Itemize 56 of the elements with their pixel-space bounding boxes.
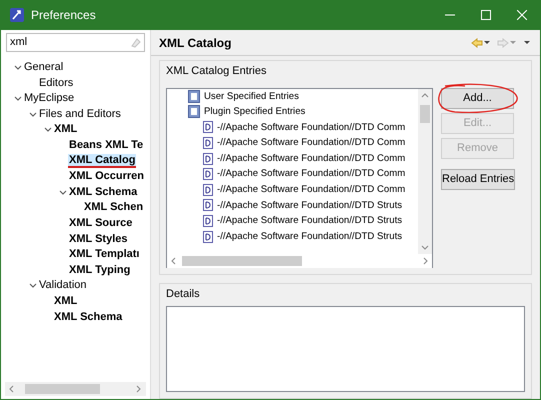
list-entry[interactable]: Plugin Specified Entries <box>204 104 306 120</box>
view-menu-icon[interactable] <box>523 40 532 46</box>
expand-chevron-icon[interactable] <box>44 127 52 134</box>
page-title: XML Catalog <box>159 34 232 52</box>
list-entry[interactable]: -//Apache Software Foundation//DTD Struts <box>217 198 402 214</box>
window-title: Preferences <box>31 7 97 24</box>
list-entry[interactable]: -//Apache Software Foundation//DTD Struts <box>217 213 402 229</box>
expand-chevron-icon[interactable] <box>14 96 22 102</box>
tree-item[interactable]: XML Templatı <box>68 247 140 263</box>
dtd-file-icon <box>203 168 213 180</box>
app-icon <box>9 7 25 23</box>
dtd-file-icon <box>203 199 213 212</box>
tree-item[interactable]: MyEclipse <box>23 91 76 107</box>
list-entry[interactable]: User Specified Entries <box>204 88 299 104</box>
dtd-file-icon <box>203 152 213 165</box>
list-entry[interactable]: -//Apache Software Foundation//DTD Comm <box>217 182 406 198</box>
tree-item[interactable]: XML <box>53 294 78 310</box>
tree-item[interactable]: XML Typing <box>68 262 132 278</box>
dtd-file-icon <box>203 230 213 243</box>
entry-button[interactable]: Reload Entries <box>441 168 516 190</box>
entry-button[interactable]: Add... <box>441 88 514 108</box>
tree-item[interactable]: XML Schen <box>83 200 144 216</box>
tree-item[interactable]: XML <box>53 122 78 138</box>
maximize-icon[interactable] <box>481 10 491 20</box>
list-entry[interactable]: -//Apache Software Foundation//DTD Struts <box>217 228 402 244</box>
list-entry[interactable]: -//Apache Software Foundation//DTD Comm <box>217 150 406 166</box>
tree-item[interactable]: XML Styles <box>68 232 128 248</box>
expand-chevron-icon[interactable] <box>29 283 37 290</box>
list-entry[interactable]: -//Apache Software Foundation//DTD Comm <box>217 135 406 151</box>
tree-item[interactable]: Beans XML Te <box>68 138 144 154</box>
catalog-icon <box>188 105 200 118</box>
dtd-file-icon <box>203 215 213 228</box>
details-area[interactable] <box>166 306 525 392</box>
tree-item[interactable]: XML Schema <box>68 184 138 200</box>
dropdown-icon[interactable] <box>483 40 492 46</box>
tree-item[interactable]: Validation <box>38 278 88 294</box>
dtd-file-icon <box>203 121 213 134</box>
tree-item[interactable]: Files and Editors <box>38 106 122 122</box>
expand-chevron-icon[interactable] <box>14 64 22 71</box>
close-icon[interactable] <box>517 10 527 20</box>
group-title: XML Catalog Entries <box>166 64 268 79</box>
list-entry[interactable]: -//Apache Software Foundation//DTD Comm <box>217 120 406 136</box>
tree-item[interactable]: XML Catalog <box>68 154 136 168</box>
tree-item[interactable]: XML Source <box>68 216 134 232</box>
tree-item[interactable]: General <box>23 60 64 76</box>
filter-box[interactable]: xml <box>6 33 145 52</box>
dtd-file-icon <box>203 184 213 196</box>
list-entry[interactable]: -//Apache Software Foundation//DTD Comm <box>217 166 406 182</box>
expand-chevron-icon[interactable] <box>59 190 67 196</box>
filter-field[interactable]: xml <box>10 34 120 51</box>
expand-chevron-icon[interactable] <box>29 112 37 118</box>
dtd-file-icon <box>203 137 213 150</box>
tree-item[interactable]: XML Occurren <box>68 169 145 185</box>
tree-item[interactable]: Editors <box>38 76 74 92</box>
group-title: Details <box>166 286 201 302</box>
tree-item[interactable]: XML Schema <box>53 310 124 326</box>
